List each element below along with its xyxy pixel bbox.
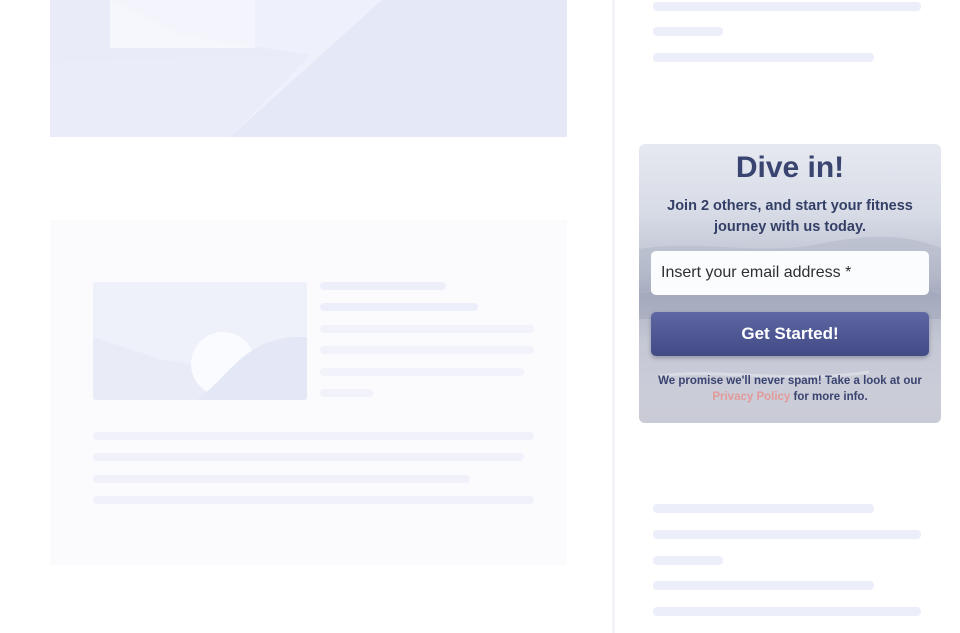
placeholder-line	[93, 496, 534, 504]
image-icon	[93, 282, 307, 400]
placeholder-line	[653, 53, 874, 62]
placeholder-line	[320, 346, 534, 354]
email-input[interactable]	[651, 251, 929, 295]
spam-disclaimer: We promise we'll never spam! Take a look…	[655, 373, 925, 405]
hero-image-placeholder	[50, 0, 567, 137]
newsletter-signup-widget: Dive in! Join 2 others, and start your f…	[639, 144, 941, 423]
widget-title: Dive in!	[735, 151, 845, 184]
placeholder-line	[320, 389, 373, 397]
placeholder-line	[93, 475, 470, 483]
placeholder-line	[320, 368, 524, 376]
landscape-icon	[50, 0, 567, 137]
placeholder-line	[653, 27, 723, 36]
widget-subtitle: Join 2 others, and start your fitness jo…	[667, 198, 913, 235]
get-started-button[interactable]: Get Started!	[651, 312, 929, 356]
placeholder-line	[653, 556, 723, 565]
placeholder-line	[653, 504, 874, 513]
thumbnail-placeholder	[93, 282, 307, 400]
placeholder-line	[653, 581, 874, 590]
disclaimer-text-end: for more info.	[793, 391, 868, 403]
placeholder-line	[93, 453, 524, 461]
placeholder-line	[320, 303, 478, 311]
privacy-policy-link[interactable]: Privacy Policy	[712, 391, 790, 403]
disclaimer-text: We promise we'll never spam! Take a look…	[658, 375, 922, 387]
placeholder-line	[93, 432, 534, 440]
column-divider	[612, 0, 615, 633]
placeholder-line	[653, 2, 921, 11]
placeholder-line	[320, 282, 446, 290]
placeholder-line	[320, 325, 534, 333]
placeholder-line	[653, 530, 921, 539]
placeholder-line	[653, 607, 921, 616]
